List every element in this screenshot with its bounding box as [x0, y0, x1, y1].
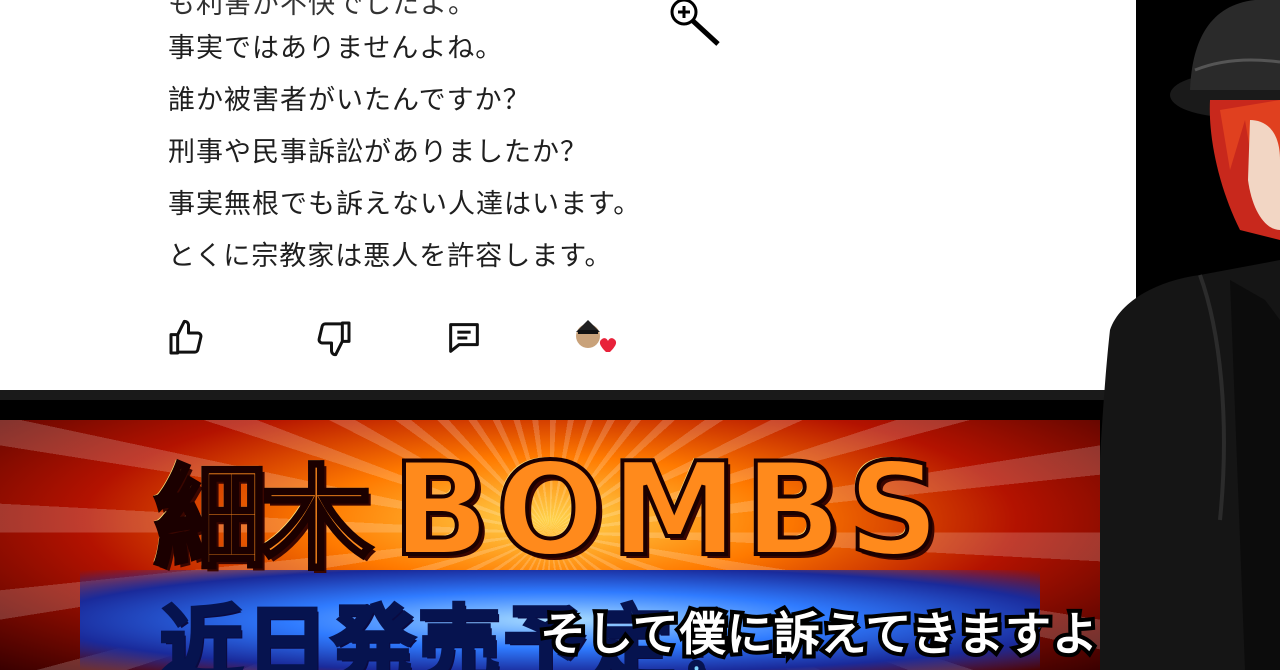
like-button[interactable] — [166, 318, 206, 358]
comment-actions — [0, 318, 700, 362]
comment-icon — [449, 323, 479, 353]
thumbs-up-icon — [169, 319, 203, 355]
vtuber-avatar-icon — [1090, 0, 1280, 670]
comment-line-5: とくに宗教家は悪人を許容します。 — [168, 241, 613, 272]
dislike-button[interactable] — [314, 318, 354, 358]
creator-heart-icon — [576, 320, 617, 352]
comment-line-4: 事実無根でも訴えない人達はいます。 — [168, 189, 642, 220]
thumbs-down-icon — [317, 321, 351, 357]
reply-button[interactable] — [444, 318, 484, 358]
divider — [0, 390, 1136, 400]
creator-heart — [570, 318, 626, 358]
banner-title: 細木 BOMBS — [0, 434, 1100, 588]
banner-title-kanji: 細木 — [152, 453, 374, 587]
comment-line-2: 誰か被害者がいたんですか？ — [168, 85, 531, 116]
comment-line-3: 刑事や民事訴訟がありましたか？ — [168, 137, 588, 168]
comment-card: も利害が不快でしたよ。 事実ではありませんよね。 誰か被害者がいたんですか？ 刑… — [0, 0, 1136, 390]
comment-line-1: 事実ではありませんよね。 — [168, 33, 504, 64]
comment-partial-line: も利害が不快でしたよ。 — [168, 0, 476, 20]
zoom-cursor-icon — [670, 0, 720, 46]
video-subtitle-caption: そして僕に訴えてきますよ — [536, 603, 1102, 665]
banner-title-en: BOMBS — [390, 434, 946, 587]
